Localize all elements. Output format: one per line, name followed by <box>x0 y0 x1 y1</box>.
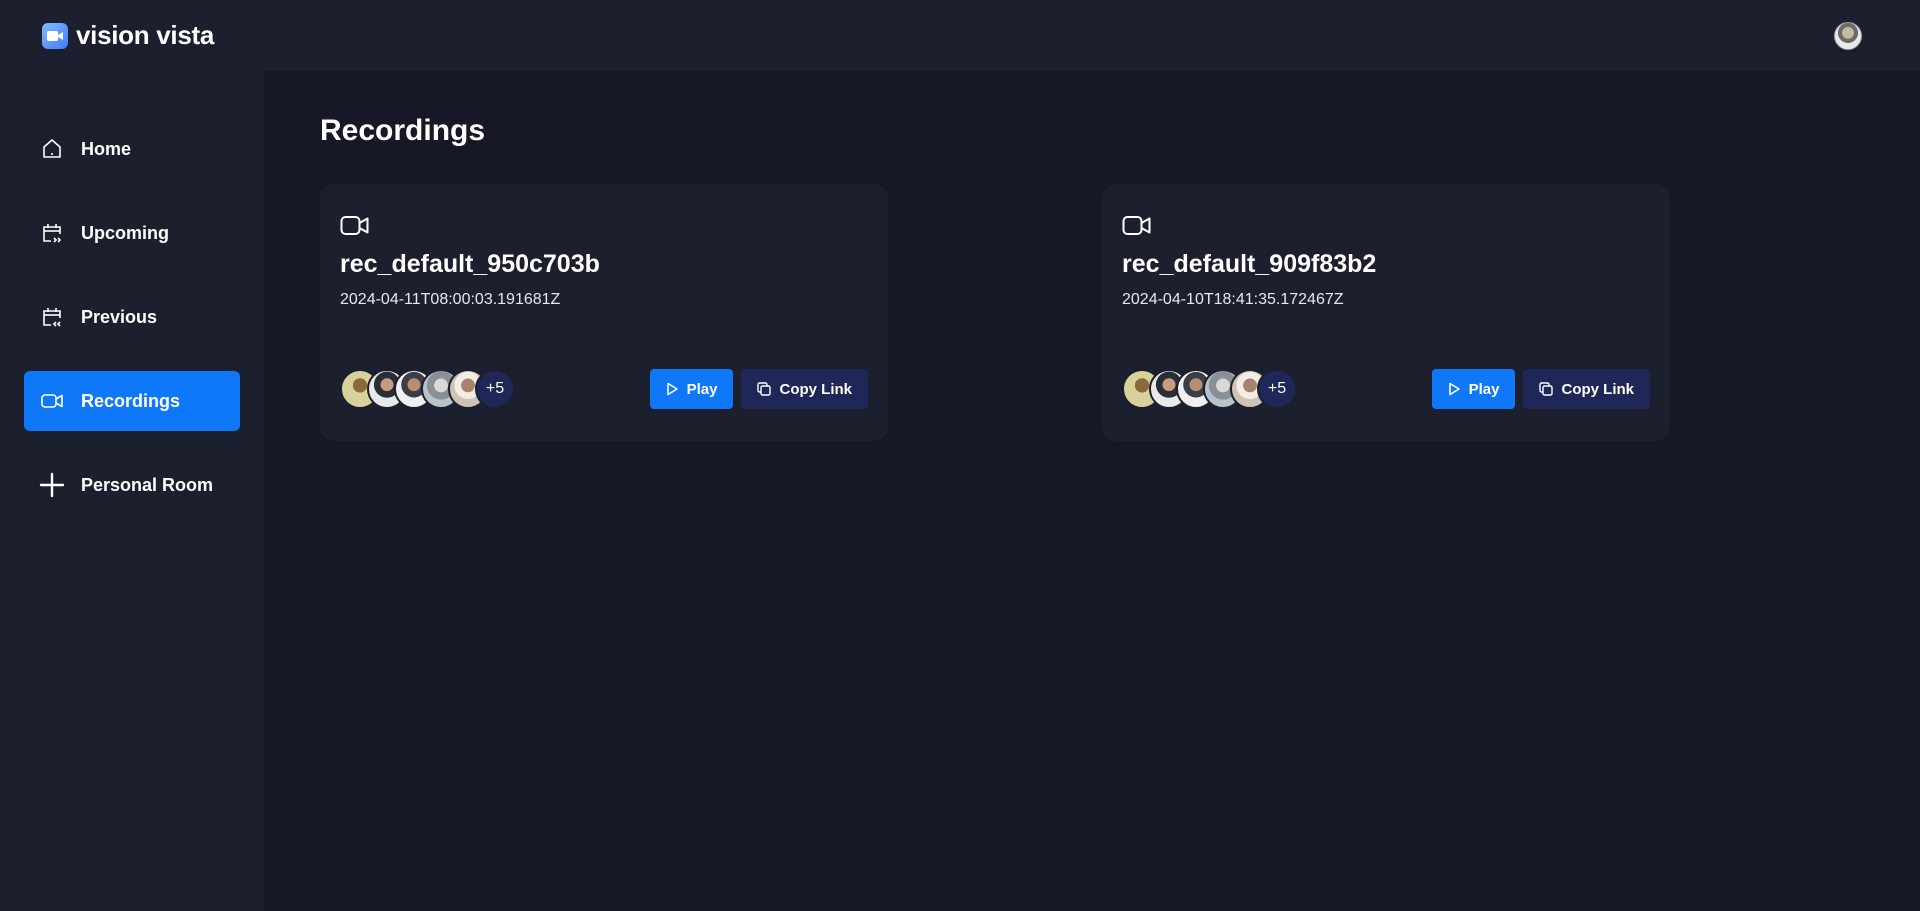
copy-link-button[interactable]: Copy Link <box>741 369 868 409</box>
participant-avatars: +5 <box>340 369 515 409</box>
recording-title: rec_default_950c703b <box>340 250 600 278</box>
sidebar-item-label: Personal Room <box>81 474 214 495</box>
play-button[interactable]: Play <box>649 369 734 409</box>
play-icon <box>1448 382 1460 396</box>
play-icon <box>666 382 678 396</box>
copy-link-label: Copy Link <box>1561 380 1634 398</box>
play-label: Play <box>1468 380 1500 398</box>
brand-name: vision vista <box>76 20 215 50</box>
recording-date: 2024-04-10T18:41:35.172467Z <box>1122 291 1344 308</box>
sidebar-item-recordings[interactable]: Recordings <box>24 371 240 431</box>
home-icon <box>39 136 65 162</box>
recording-title: rec_default_909f83b2 <box>1122 250 1377 278</box>
participant-avatars: +5 <box>1122 369 1297 409</box>
more-participants-badge: +5 <box>1257 369 1297 409</box>
recording-card: rec_default_950c703b 2024-04-11T08:00:03… <box>320 184 888 441</box>
play-label: Play <box>686 380 718 398</box>
page-title: Recordings <box>320 114 486 147</box>
recordings-grid: rec_default_950c703b 2024-04-11T08:00:03… <box>320 184 1864 444</box>
sidebar-item-label: Recordings <box>81 390 181 411</box>
brand[interactable]: vision vista <box>42 20 214 51</box>
user-avatar[interactable] <box>1834 21 1862 50</box>
video-camera-icon <box>1122 214 1152 238</box>
calendar-upcoming-icon <box>39 220 65 246</box>
copy-icon <box>757 382 772 396</box>
top-bar: vision vista <box>0 0 1920 71</box>
copy-link-label: Copy Link <box>779 380 852 398</box>
sidebar-item-home[interactable]: Home <box>24 119 240 179</box>
sidebar-item-label: Previous <box>81 306 158 327</box>
sidebar-item-personal-room[interactable]: Personal Room <box>24 455 240 515</box>
card-actions: Play Copy Link <box>649 369 868 409</box>
sidebar-item-previous[interactable]: Previous <box>24 287 240 347</box>
card-footer: +5 Play Copy Link <box>1122 369 1650 409</box>
card-footer: +5 Play Copy Link <box>340 369 868 409</box>
copy-link-button[interactable]: Copy Link <box>1523 369 1650 409</box>
video-camera-icon <box>340 214 370 238</box>
card-actions: Play Copy Link <box>1431 369 1650 409</box>
sidebar-item-label: Upcoming <box>81 222 169 243</box>
video-camera-logo-icon <box>42 22 68 49</box>
recording-card: rec_default_909f83b2 2024-04-10T18:41:35… <box>1102 184 1670 441</box>
sidebar-item-label: Home <box>81 138 132 159</box>
sidebar: Home Upcoming Previous Recordings Person… <box>0 71 264 911</box>
more-participants-badge: +5 <box>475 369 515 409</box>
calendar-previous-icon <box>39 304 65 330</box>
recording-date: 2024-04-11T08:00:03.191681Z <box>340 291 561 308</box>
main-content: Recordings rec_default_950c703b 2024-04-… <box>264 71 1920 911</box>
video-camera-icon <box>39 388 65 414</box>
sidebar-item-upcoming[interactable]: Upcoming <box>24 203 240 263</box>
play-button[interactable]: Play <box>1431 369 1516 409</box>
plus-icon <box>39 472 65 498</box>
copy-icon <box>1539 382 1554 396</box>
